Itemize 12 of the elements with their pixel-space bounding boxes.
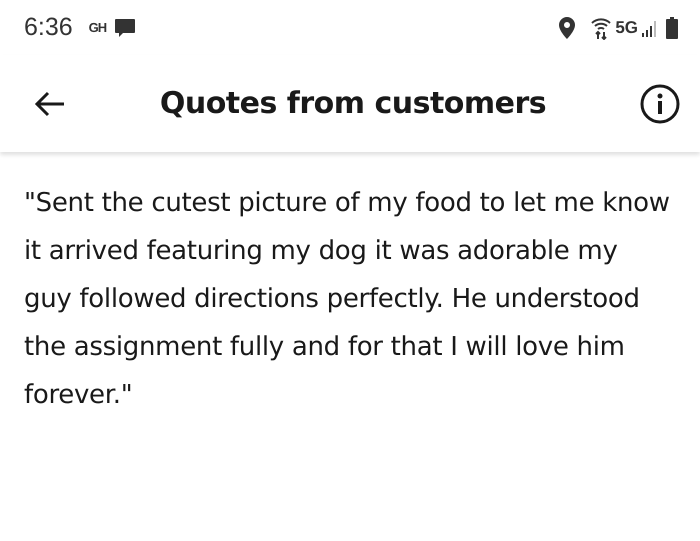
info-button[interactable]	[640, 84, 680, 124]
battery-icon	[666, 16, 678, 38]
signal-icon	[642, 18, 658, 36]
status-time: 6:36	[24, 12, 73, 43]
quote-text: "Sent the cutest picture of my food to let me know it arrived featuring my dog it was adorable my guy followed directions perfectly. He understood the assignment fully and for that I will love him forever."	[23, 187, 671, 412]
wifi-icon	[591, 16, 612, 40]
page-title: Quotes from customers	[160, 86, 546, 121]
notification-icon: GH	[88, 18, 106, 38]
message-icon	[114, 18, 136, 38]
back-button[interactable]	[34, 90, 66, 116]
network-label: 5G	[615, 16, 638, 39]
location-icon	[559, 16, 576, 38]
